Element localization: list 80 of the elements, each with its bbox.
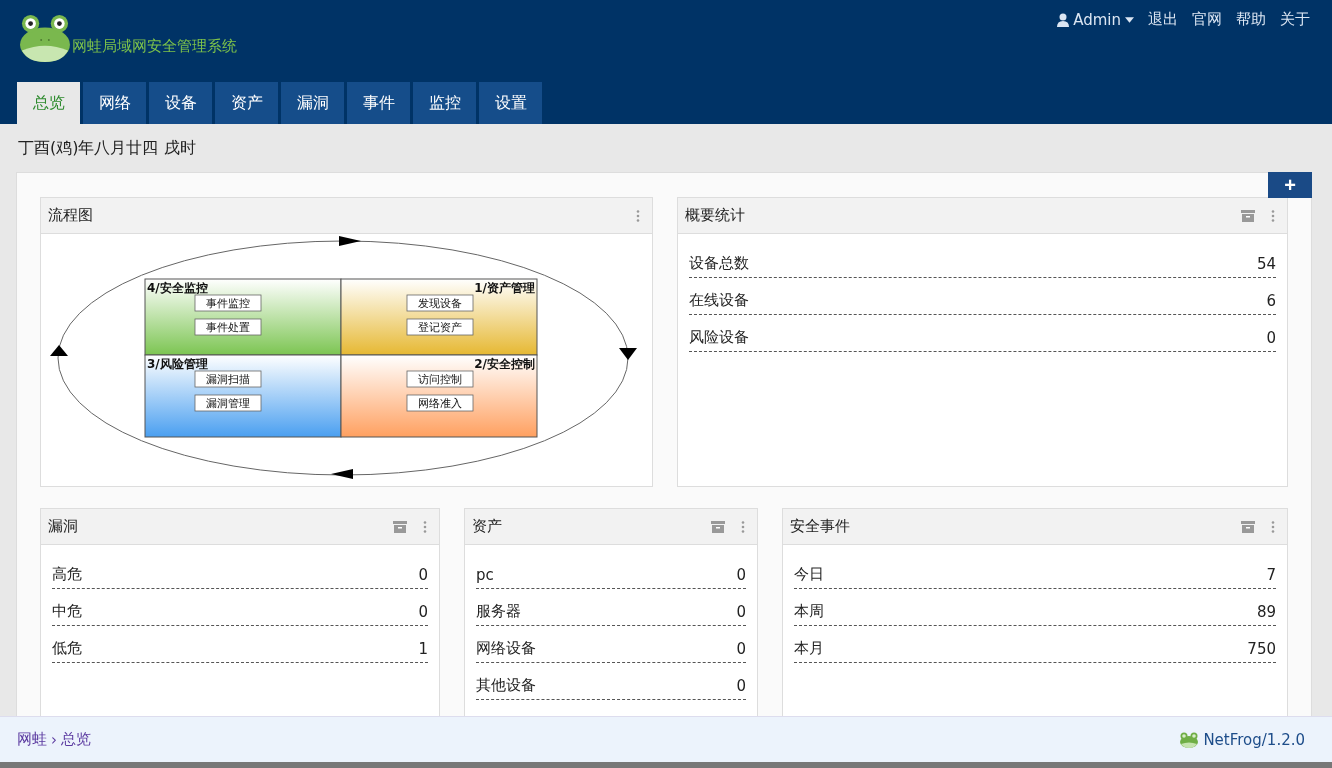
stat-value: 0 — [736, 640, 746, 658]
nav-tab[interactable]: 设备 — [149, 82, 212, 124]
stat-value: 6 — [1266, 292, 1276, 310]
more-icon[interactable] — [1271, 520, 1275, 533]
widget-title: 资产 — [472, 517, 502, 536]
stat-label: 低危 — [52, 639, 82, 658]
arrowhead-icon — [331, 469, 353, 479]
app-title: 网蛙局域网安全管理系统 — [72, 37, 237, 56]
stat-label: pc — [476, 566, 494, 584]
add-button[interactable]: + — [1268, 172, 1312, 198]
stat-label: 今日 — [794, 565, 824, 584]
stat-value: 0 — [1266, 329, 1276, 347]
stat-label: 中危 — [52, 602, 82, 621]
step-label: 事件监控 — [194, 294, 262, 312]
nav-link[interactable]: 关于 — [1280, 10, 1310, 29]
nav-tab[interactable]: 设置 — [479, 82, 542, 124]
archive-icon[interactable] — [1241, 520, 1255, 533]
widget-title: 流程图 — [48, 206, 93, 225]
stat-label: 其他设备 — [476, 676, 536, 695]
stat-label: 风险设备 — [689, 328, 749, 347]
nav-link[interactable]: 官网 — [1192, 10, 1222, 29]
nav-tab[interactable]: 网络 — [83, 82, 146, 124]
nav-link[interactable]: 帮助 — [1236, 10, 1266, 29]
more-icon[interactable] — [741, 520, 745, 533]
stat-value: 0 — [736, 566, 746, 584]
nav-link[interactable]: 退出 — [1148, 10, 1178, 29]
stat-label: 本周 — [794, 602, 824, 621]
arrowhead-icon — [339, 236, 361, 246]
breadcrumb-link[interactable]: 网蛙 — [17, 730, 47, 749]
stat-label: 高危 — [52, 565, 82, 584]
step-label: 登记资产 — [406, 318, 474, 336]
stat-value: 1 — [418, 640, 428, 658]
arrowhead-icon — [619, 348, 637, 360]
breadcrumb-link[interactable]: 总览 — [61, 730, 91, 749]
lunar-date: 丁酉(鸡)年八月廿四 戌时 — [17, 136, 197, 159]
stat-label: 网络设备 — [476, 639, 536, 658]
nav-tab[interactable]: 监控 — [413, 82, 476, 124]
stat-label: 本月 — [794, 639, 824, 658]
user-icon — [1057, 12, 1070, 27]
stat-value: 750 — [1247, 640, 1276, 658]
step-label: 网络准入 — [406, 394, 474, 412]
nav-tab[interactable]: 资产 — [215, 82, 278, 124]
breadcrumb-separator: › — [51, 730, 57, 749]
widget-title: 漏洞 — [48, 517, 78, 536]
caret-icon — [1125, 16, 1134, 23]
stat-value: 89 — [1256, 603, 1276, 621]
stat-label: 服务器 — [476, 602, 521, 621]
version-text: NetFrog/1.2.0 — [1203, 730, 1305, 749]
nav-tab[interactable]: 事件 — [347, 82, 410, 124]
quadrant-title: 2/安全控制 — [474, 357, 535, 371]
step-label: 漏洞管理 — [194, 394, 262, 412]
stat-label: 在线设备 — [689, 291, 749, 310]
more-icon[interactable] — [636, 209, 640, 222]
stat-value: 54 — [1256, 255, 1276, 273]
more-icon[interactable] — [1271, 209, 1275, 222]
step-label: 发现设备 — [406, 294, 474, 312]
archive-icon[interactable] — [393, 520, 407, 533]
step-label: 访问控制 — [406, 370, 474, 388]
nav-tab[interactable]: 总览 — [17, 82, 80, 124]
quadrant-title: 4/安全监控 — [147, 281, 208, 295]
frog-logo-icon — [18, 14, 72, 62]
frog-icon — [1179, 731, 1200, 748]
widget-title: 概要统计 — [685, 206, 745, 225]
stat-value: 0 — [418, 566, 428, 584]
archive-icon[interactable] — [1241, 209, 1255, 222]
step-label: 漏洞扫描 — [194, 370, 262, 388]
quadrant-title: 3/风险管理 — [147, 357, 208, 371]
stat-label: 设备总数 — [689, 254, 749, 273]
arrowhead-icon — [50, 345, 68, 356]
step-label: 事件处置 — [194, 318, 262, 336]
stat-value: 0 — [418, 603, 428, 621]
quadrant-title: 1/资产管理 — [474, 281, 535, 295]
widget-title: 安全事件 — [790, 517, 850, 536]
user-menu[interactable]: Admin — [1057, 10, 1134, 29]
stat-value: 0 — [736, 677, 746, 695]
more-icon[interactable] — [423, 520, 427, 533]
stat-value: 7 — [1266, 566, 1276, 584]
archive-icon[interactable] — [711, 520, 725, 533]
nav-tab[interactable]: 漏洞 — [281, 82, 344, 124]
stat-value: 0 — [736, 603, 746, 621]
